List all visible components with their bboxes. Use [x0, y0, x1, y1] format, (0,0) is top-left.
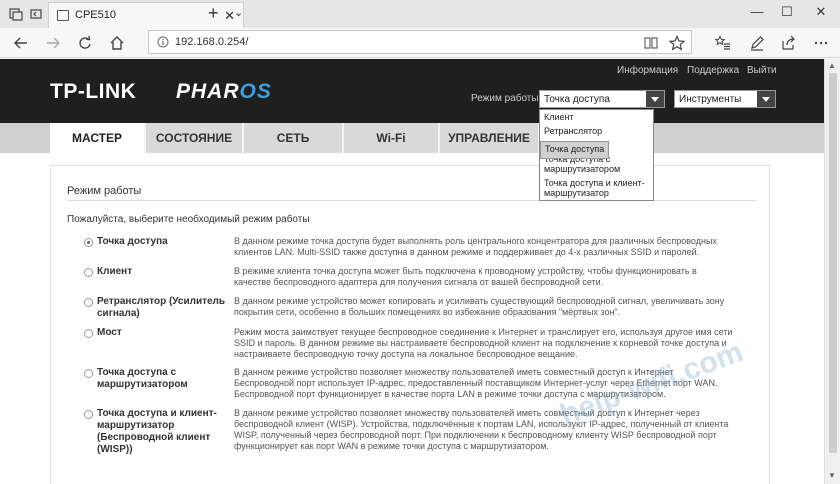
favorites-hub-icon[interactable] — [714, 35, 732, 51]
option-label[interactable]: Точка доступа с маршрутизатором — [97, 367, 237, 391]
scroll-down-arrow-icon[interactable]: ▼ — [828, 471, 836, 480]
option-description: Режим моста заимствует текущее беспровод… — [234, 327, 733, 359]
router-page: TP-LINK PHAROS Информация Поддержка Выйт… — [0, 59, 824, 484]
dropdown-option-client[interactable]: Клиент — [540, 110, 653, 124]
menu-management[interactable]: УПРАВЛЕНИЕ — [440, 123, 540, 153]
radio-client[interactable] — [84, 268, 93, 277]
radio-repeater[interactable] — [84, 298, 93, 307]
menu-wizard[interactable]: МАСТЕР — [50, 123, 146, 153]
scroll-thumb[interactable] — [829, 73, 837, 453]
dropdown-option-wisp[interactable]: Точка доступа и клиент-маршрутизатор — [540, 176, 653, 200]
page-favicon-icon — [57, 10, 69, 21]
minimize-icon[interactable]: — — [742, 4, 772, 19]
option-label[interactable]: Ретранслятор (Усилитель сигнала) — [97, 296, 237, 320]
radio-wisp[interactable] — [84, 410, 93, 419]
mode-select-chevron-icon[interactable] — [646, 91, 664, 107]
radio-ap[interactable] — [84, 238, 93, 247]
option-description: В данном режиме устройство позволяет мно… — [234, 408, 729, 451]
option-label[interactable]: Мост — [97, 327, 237, 339]
browser-nav-bar: 192.168.0.254/ — [0, 28, 840, 58]
scroll-up-arrow-icon[interactable]: ▲ — [828, 61, 836, 70]
option-label[interactable]: Точка доступа и клиент-маршрутизатор (Бе… — [97, 408, 237, 456]
pharos-logo-part-a: PHAR — [176, 80, 240, 103]
radio-bridge[interactable] — [84, 329, 93, 338]
maximize-icon[interactable]: ☐ — [772, 4, 802, 20]
new-tab-icon[interactable]: + — [208, 3, 219, 24]
support-link[interactable]: Поддержка — [687, 65, 739, 76]
tools-select[interactable]: Инструменты — [674, 90, 776, 108]
radio-ap-router[interactable] — [84, 369, 93, 378]
browser-tab-bar: CPE510 ✕ + ⌄ — ☐ ✕ — [0, 0, 840, 28]
more-options-icon[interactable] — [812, 35, 830, 51]
tab-preview-icon[interactable] — [8, 6, 24, 22]
info-link[interactable]: Информация — [617, 65, 678, 76]
home-icon[interactable] — [108, 35, 126, 51]
url-text[interactable]: 192.168.0.254/ — [175, 36, 248, 48]
back-arrow-icon[interactable] — [12, 35, 30, 51]
favorite-star-icon[interactable] — [668, 35, 686, 51]
logout-link[interactable]: Выйти — [747, 65, 777, 76]
mode-dropdown-list: Точка доступа Клиент Ретранслятор Мост Т… — [539, 109, 654, 201]
menu-network[interactable]: СЕТЬ — [244, 123, 344, 153]
option-description: В данном режиме точка доступа будет выпо… — [234, 236, 717, 257]
tools-select-value: Инструменты — [679, 94, 742, 105]
mode-select[interactable]: Точка доступа — [539, 90, 665, 108]
main-menu: МАСТЕР СОСТОЯНИЕ СЕТЬ Wi-Fi УПРАВЛЕНИЕ — [0, 123, 824, 153]
refresh-icon[interactable] — [76, 35, 94, 51]
pharos-logo-part-b: OS — [239, 80, 272, 103]
tp-link-logo: TP-LINK — [50, 80, 137, 103]
option-label[interactable]: Точка доступа — [97, 236, 237, 248]
tab-back-icon[interactable] — [28, 6, 44, 22]
section-title: Режим работы — [67, 185, 142, 197]
mode-select-value: Точка доступа — [544, 94, 610, 105]
mode-label: Режим работы: — [471, 93, 542, 104]
web-note-pen-icon[interactable] — [748, 35, 766, 51]
dropdown-option-ap[interactable]: Точка доступа — [540, 141, 610, 159]
reading-view-icon[interactable] — [642, 35, 660, 51]
option-description: В режиме клиента точка доступа может быт… — [234, 266, 697, 287]
menu-status[interactable]: СОСТОЯНИЕ — [146, 123, 244, 153]
option-description: В данном режиме устройство может копиров… — [234, 296, 725, 317]
pharos-logo: PHAROS — [176, 80, 272, 104]
section-prompt: Пожалуйста, выберите необходимый режим р… — [67, 214, 310, 225]
tools-select-chevron-icon[interactable] — [757, 91, 775, 107]
tab-title: CPE510 — [75, 9, 116, 21]
window-close-icon[interactable]: ✕ — [806, 4, 836, 20]
option-label[interactable]: Клиент — [97, 266, 237, 278]
router-header: TP-LINK PHAROS Информация Поддержка Выйт… — [0, 59, 824, 123]
tab-list-chevron-icon[interactable]: ⌄ — [234, 6, 243, 19]
dropdown-option-repeater[interactable]: Ретранслятор — [540, 124, 653, 138]
share-icon[interactable] — [780, 35, 798, 51]
menu-wifi[interactable]: Wi-Fi — [344, 123, 440, 153]
page-scrollbar[interactable]: ▲ ▼ — [824, 59, 840, 484]
page-info-icon[interactable] — [157, 36, 169, 48]
address-bar[interactable]: 192.168.0.254/ — [148, 30, 692, 54]
forward-arrow-icon[interactable] — [44, 35, 62, 51]
